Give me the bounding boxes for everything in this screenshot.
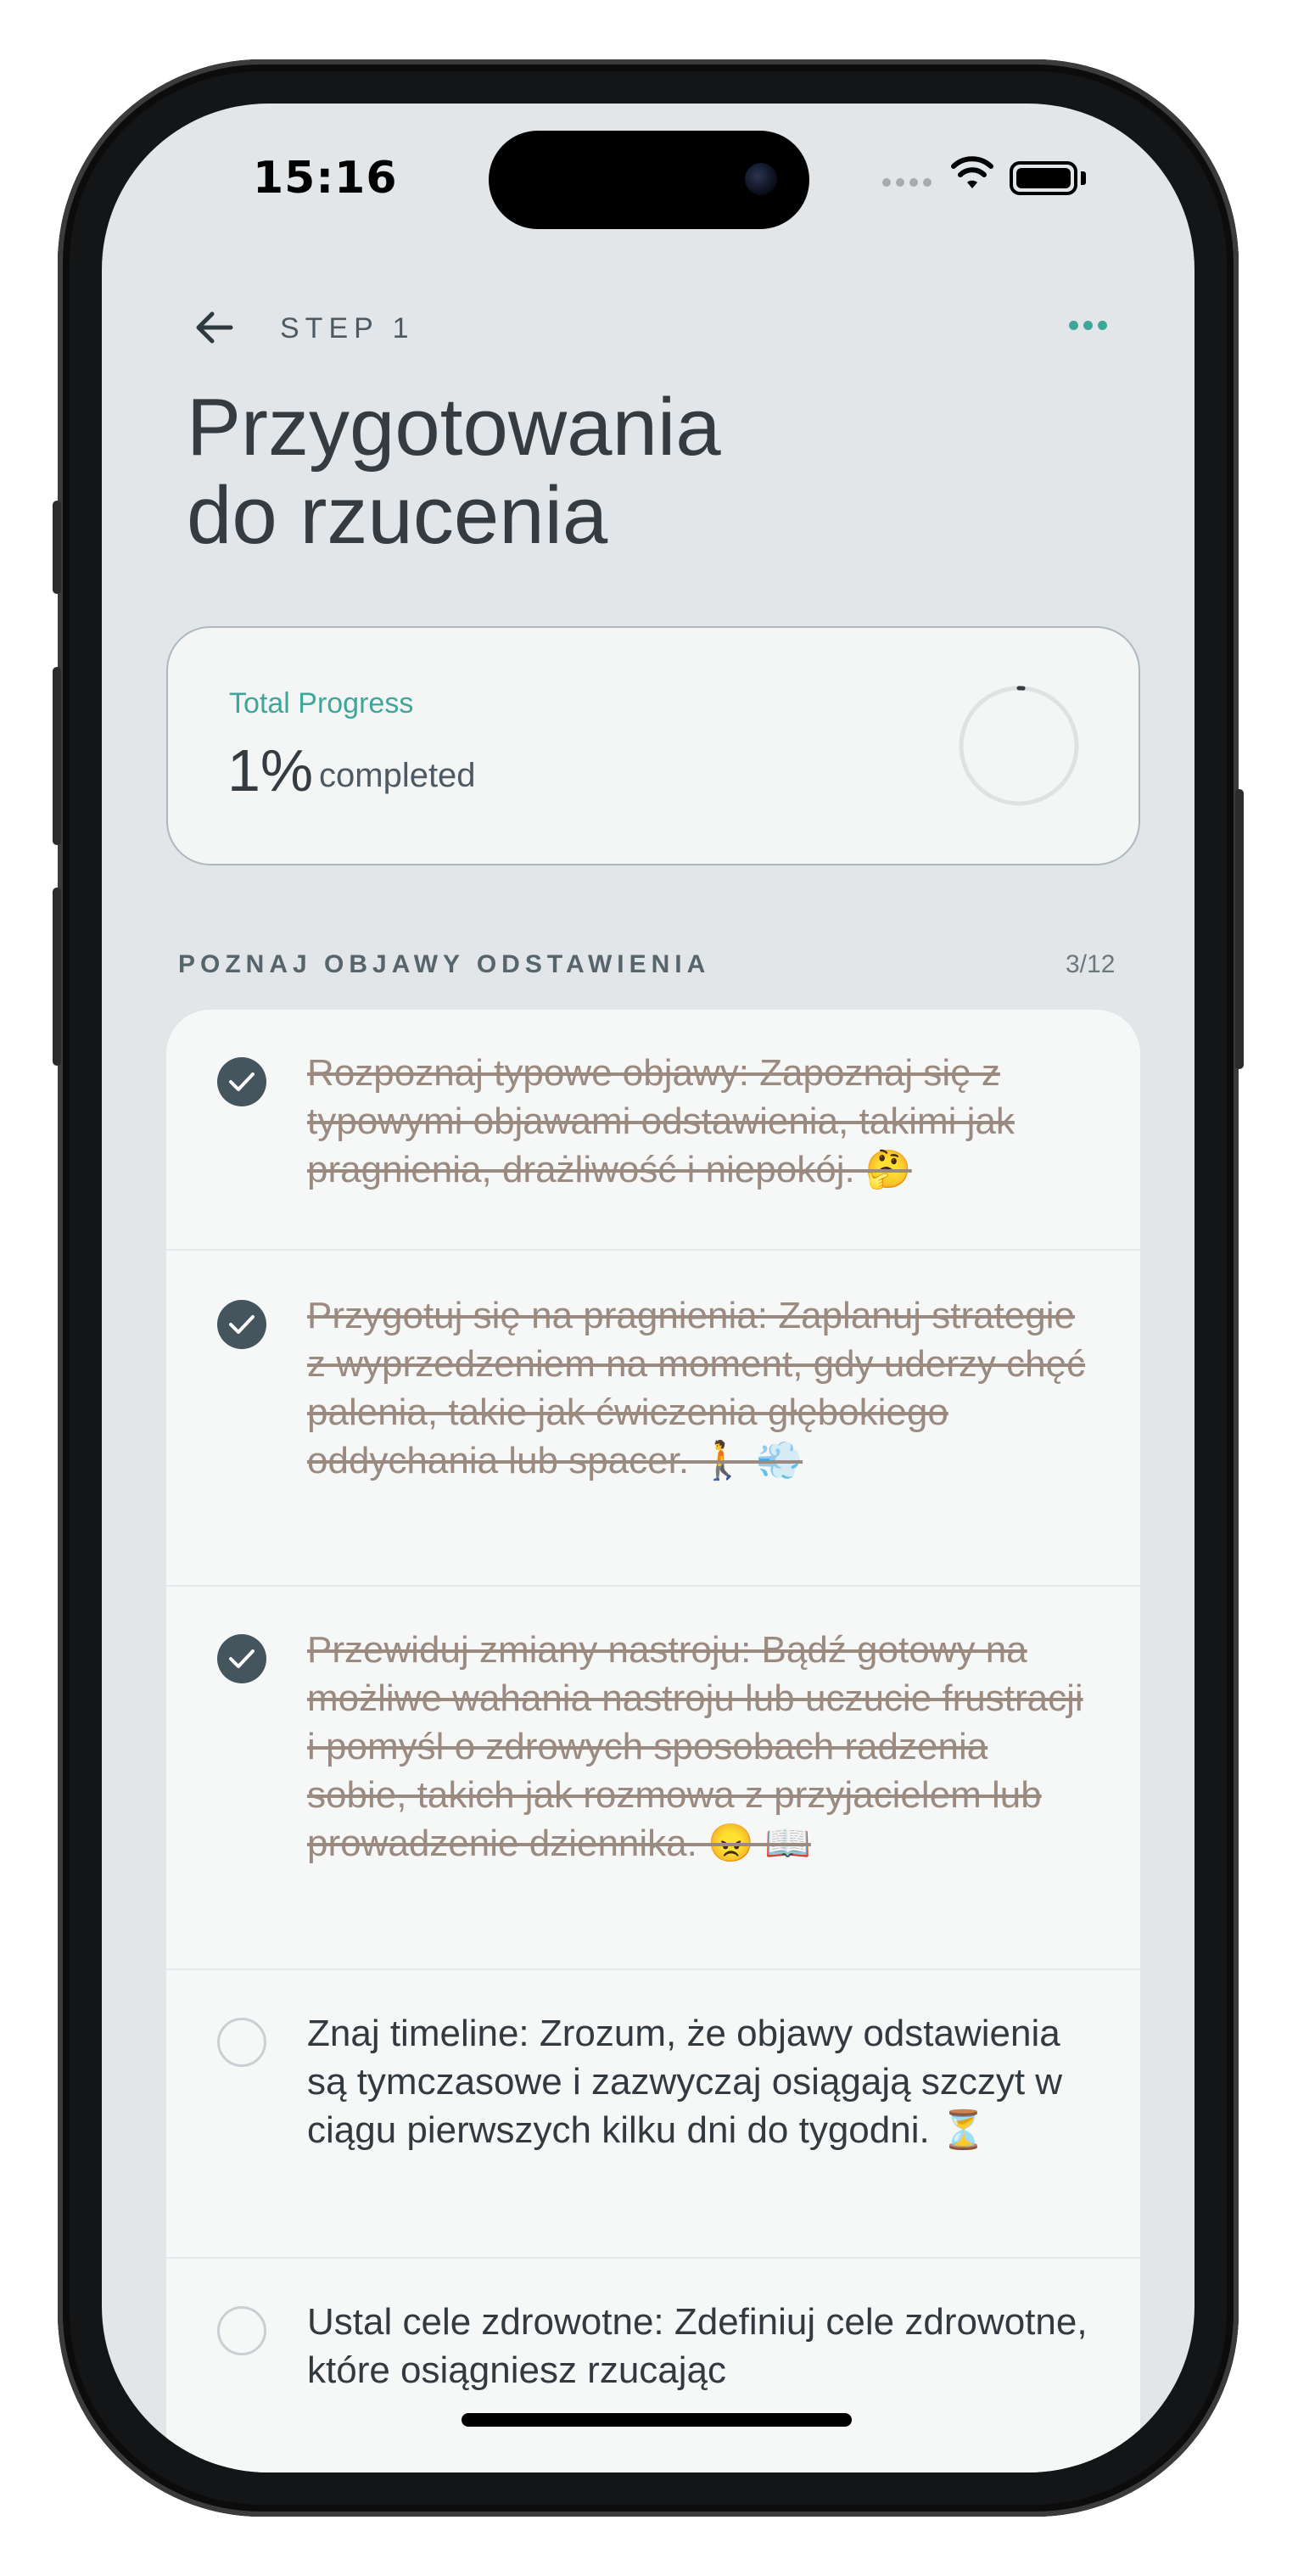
task-item[interactable]: Znaj timeline: Zrozum, że objawy odstawi… <box>166 1970 1140 2259</box>
checkbox-checked[interactable] <box>217 1300 266 1349</box>
arrow-left-icon[interactable] <box>190 304 238 351</box>
task-text: Znaj timeline: Zrozum, że objawy odstawi… <box>307 2013 1063 2151</box>
step-label: STEP 1 <box>280 312 415 344</box>
task-item[interactable]: Ustal cele zdrowotne: Zdefiniuj cele zdr… <box>166 2259 1140 2472</box>
task-text: Ustal cele zdrowotne: Zdefiniuj cele zdr… <box>307 2301 1088 2391</box>
progress-suffix: completed <box>319 757 476 794</box>
progress-card: Total Progress 1% completed <box>166 626 1140 865</box>
task-item[interactable]: Przygotuj się na pragnienia: Zaplanuj st… <box>166 1251 1140 1587</box>
mute-switch <box>53 501 61 594</box>
status-time: 15:16 <box>253 153 398 204</box>
battery-tip <box>1081 171 1086 185</box>
volume-down-button <box>53 888 61 1066</box>
dynamic-island <box>489 131 809 229</box>
section-title: POZNAJ OBJAWY ODSTAWIENIA <box>178 950 711 978</box>
progress-label: Total Progress <box>229 687 414 720</box>
task-text: Rozpoznaj typowe objawy: Zapoznaj się z … <box>307 1052 1015 1190</box>
page-title: Przygotowania do rzucenia <box>187 384 950 560</box>
checkmark-icon <box>229 1072 255 1091</box>
power-button <box>1235 789 1244 1069</box>
progress-ring-track <box>959 686 1079 806</box>
more-dots-icon[interactable] <box>1069 321 1107 330</box>
front-camera <box>745 163 777 195</box>
checkbox-checked[interactable] <box>217 1634 266 1683</box>
signal-icon <box>882 178 932 187</box>
screen: 15:16 STEP 1 Przygotowania do rzucenia T… <box>102 104 1194 2472</box>
page-title-line-2: do rzucenia <box>187 470 608 561</box>
checkbox-unchecked[interactable] <box>217 2306 266 2355</box>
section-count: 3/12 <box>1066 950 1116 978</box>
task-item[interactable]: Przewiduj zmiany nastroju: Bądź gotowy n… <box>166 1587 1140 1970</box>
checkbox-checked[interactable] <box>217 1057 266 1106</box>
checkmark-icon <box>229 1315 255 1334</box>
volume-up-button <box>53 667 61 845</box>
checkmark-icon <box>229 1649 255 1668</box>
status-indicators <box>882 154 1171 205</box>
checkbox-unchecked[interactable] <box>217 2018 266 2067</box>
wifi-icon <box>951 156 993 188</box>
battery-icon <box>1010 161 1077 195</box>
home-indicator[interactable] <box>462 2413 852 2427</box>
task-text: Przewiduj zmiany nastroju: Bądź gotowy n… <box>307 1629 1083 1864</box>
page-title-line-1: Przygotowania <box>187 382 721 473</box>
progress-value: 1% <box>227 737 314 804</box>
task-text: Przygotuj się na pragnienia: Zaplanuj st… <box>307 1295 1086 1481</box>
task-list: Rozpoznaj typowe objawy: Zapoznaj się z … <box>166 1010 1140 2472</box>
task-item[interactable]: Rozpoznaj typowe objawy: Zapoznaj się z … <box>166 1010 1140 1251</box>
progress-ring <box>959 686 1079 806</box>
